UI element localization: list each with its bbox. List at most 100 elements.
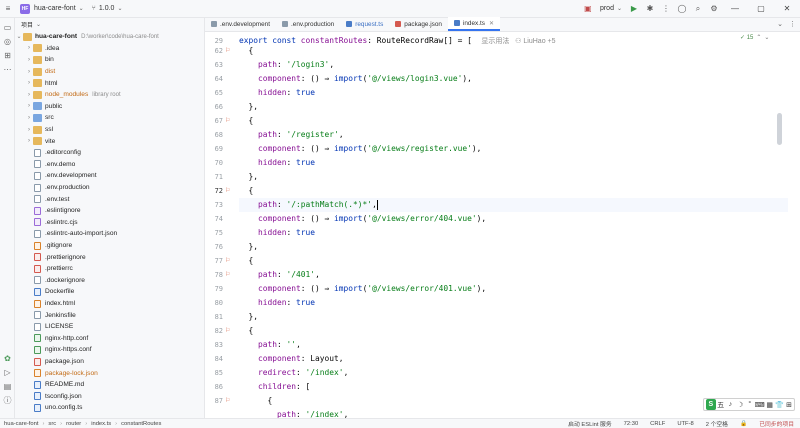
tree-item[interactable]: .gitignore — [15, 240, 204, 252]
editor-tab[interactable]: request.ts — [340, 17, 389, 31]
git-blame-icon[interactable]: ⚐ — [225, 324, 230, 338]
code-line[interactable]: { — [239, 114, 788, 128]
tree-item[interactable]: .eslintignore — [15, 205, 204, 217]
user-icon[interactable]: ◯ — [674, 0, 690, 18]
ime-moon-icon[interactable]: ☽ — [735, 401, 745, 409]
ime-logo-icon[interactable]: S — [706, 399, 716, 410]
close-button[interactable]: ✕ — [774, 0, 800, 18]
chevron-down-icon[interactable]: ⌄ — [36, 21, 41, 28]
tree-item[interactable]: › ssl — [15, 124, 204, 136]
settings-icon[interactable]: ⚙ — [706, 0, 722, 18]
tree-item[interactable]: › vite — [15, 135, 204, 147]
code-line[interactable]: { — [239, 44, 788, 58]
code-line[interactable]: hidden: true — [239, 156, 788, 170]
chevron-right-icon[interactable]: › — [25, 80, 33, 86]
line-number[interactable]: 67 — [205, 114, 223, 128]
code-line[interactable]: hidden: true — [239, 296, 788, 310]
breadcrumb-item[interactable]: router — [66, 421, 81, 427]
tree-item[interactable]: .editorconfig — [15, 147, 204, 159]
file-encoding[interactable]: UTF-8 — [671, 421, 699, 427]
git-blame-icon[interactable]: ⚐ — [225, 44, 230, 58]
tree-item[interactable]: uno.config.ts — [15, 402, 204, 414]
more-icon[interactable]: ⋮ — [789, 20, 796, 28]
code-line[interactable]: path: '', — [239, 338, 788, 352]
ime-punct-icon[interactable]: ♪ — [725, 401, 735, 408]
line-number[interactable]: 63 — [205, 58, 223, 72]
maximize-button[interactable]: ▢ — [748, 0, 774, 18]
line-number[interactable]: 72 — [205, 184, 223, 198]
code-line[interactable]: redirect: '/index', — [239, 366, 788, 380]
code-line[interactable]: { — [239, 324, 788, 338]
folder-icon[interactable]: ▭ — [2, 22, 13, 33]
chevron-down-icon[interactable]: ⌄ — [777, 20, 783, 28]
code-line[interactable]: path: '/login3', — [239, 58, 788, 72]
more-icon[interactable]: ⋮ — [658, 0, 674, 18]
tree-item[interactable]: LICENSE — [15, 321, 204, 333]
line-number[interactable]: 86 — [205, 380, 223, 394]
tree-item[interactable]: .eslintrc.cjs — [15, 217, 204, 229]
line-number[interactable]: 64 — [205, 72, 223, 86]
line-number[interactable]: 70 — [205, 156, 223, 170]
tree-item[interactable]: › .idea — [15, 43, 204, 55]
commit-icon[interactable]: ◎ — [2, 36, 13, 47]
line-number[interactable]: 71 — [205, 170, 223, 184]
line-number[interactable]: 80 — [205, 296, 223, 310]
code-line[interactable]: { — [239, 254, 788, 268]
tree-item[interactable]: .env.test — [15, 193, 204, 205]
line-number[interactable]: 62 — [205, 44, 223, 58]
breadcrumb-item[interactable]: hua-care-font — [4, 421, 38, 427]
tree-item[interactable]: › src — [15, 112, 204, 124]
ime-degree-icon[interactable]: ° — [745, 401, 755, 408]
editor-tab[interactable]: .env.production — [276, 17, 340, 31]
git-blame-icon[interactable]: ⚐ — [225, 394, 230, 408]
editor-tab[interactable]: package.json — [389, 17, 448, 31]
ime-skin-icon[interactable]: 👕 — [775, 401, 785, 409]
git-blame-icon[interactable]: ⚐ — [225, 184, 230, 198]
code-line[interactable]: hidden: true — [239, 86, 788, 100]
run-icon[interactable]: ▶ — [626, 0, 642, 18]
line-number[interactable]: 83 — [205, 338, 223, 352]
code-line[interactable]: children: [ — [239, 380, 788, 394]
tree-item[interactable]: › html — [15, 77, 204, 89]
shared-status[interactable]: 已同步的项目 — [753, 419, 800, 428]
line-number[interactable]: 78 — [205, 268, 223, 282]
line-number[interactable]: 87 — [205, 394, 223, 408]
line-number[interactable]: 82 — [205, 324, 223, 338]
chevron-right-icon[interactable]: › — [25, 103, 33, 109]
line-number[interactable]: 79 — [205, 282, 223, 296]
tree-item[interactable]: › bin — [15, 54, 204, 66]
line-number[interactable]: 65 — [205, 86, 223, 100]
chevron-right-icon[interactable]: › — [25, 92, 33, 98]
line-number[interactable]: 68 — [205, 128, 223, 142]
tree-item[interactable]: .eslintrc-auto-import.json — [15, 228, 204, 240]
vcs-branch-widget[interactable]: ⑂ 1.0.0 ⌄ — [88, 0, 127, 18]
tree-item[interactable]: › dist — [15, 66, 204, 78]
indent-setting[interactable]: 2 个空格 — [700, 419, 734, 428]
terminal-icon[interactable]: ▤ — [2, 381, 13, 392]
npm-icon[interactable]: ▣ — [580, 0, 596, 18]
tree-item[interactable]: tsconfig.json — [15, 391, 204, 403]
run-config-selector[interactable]: prod ⌄ — [596, 0, 626, 18]
tree-item[interactable]: README.md — [15, 379, 204, 391]
chevron-right-icon[interactable]: › — [25, 45, 33, 51]
chevron-right-icon[interactable]: › — [25, 127, 33, 133]
code-line[interactable]: component: () ⇒ import('@/views/register… — [239, 142, 788, 156]
cursor-position[interactable]: 72:30 — [618, 421, 645, 427]
code-editor[interactable]: export const constantRoutes: RouteRecord… — [239, 32, 788, 418]
code-line[interactable]: component: () ⇒ import('@/views/error/40… — [239, 212, 788, 226]
tree-item[interactable]: Jenkinsfile — [15, 309, 204, 321]
inspection-widget[interactable]: ✓ 15 ⌃ ⌄ — [740, 34, 769, 41]
line-number[interactable]: 76 — [205, 240, 223, 254]
problems-icon[interactable]: ⓘ — [2, 395, 13, 406]
close-icon[interactable]: ✕ — [489, 20, 494, 27]
ime-menu-icon[interactable]: ⊞ — [784, 401, 794, 409]
run-tool-icon[interactable]: ▷ — [2, 367, 13, 378]
tree-item[interactable]: Dockerfile — [15, 286, 204, 298]
tree-item[interactable]: package-lock.json — [15, 367, 204, 379]
line-number[interactable]: 75 — [205, 226, 223, 240]
tree-item[interactable]: .env.demo — [15, 159, 204, 171]
ime-toolbar[interactable]: S 五 ♪ ☽ ° ⌨ ▦ 👕 ⊞ — [703, 398, 795, 411]
ime-grid-icon[interactable]: ▦ — [765, 401, 775, 409]
minimize-button[interactable]: — — [722, 0, 748, 18]
services-icon[interactable]: ✿ — [2, 353, 13, 364]
